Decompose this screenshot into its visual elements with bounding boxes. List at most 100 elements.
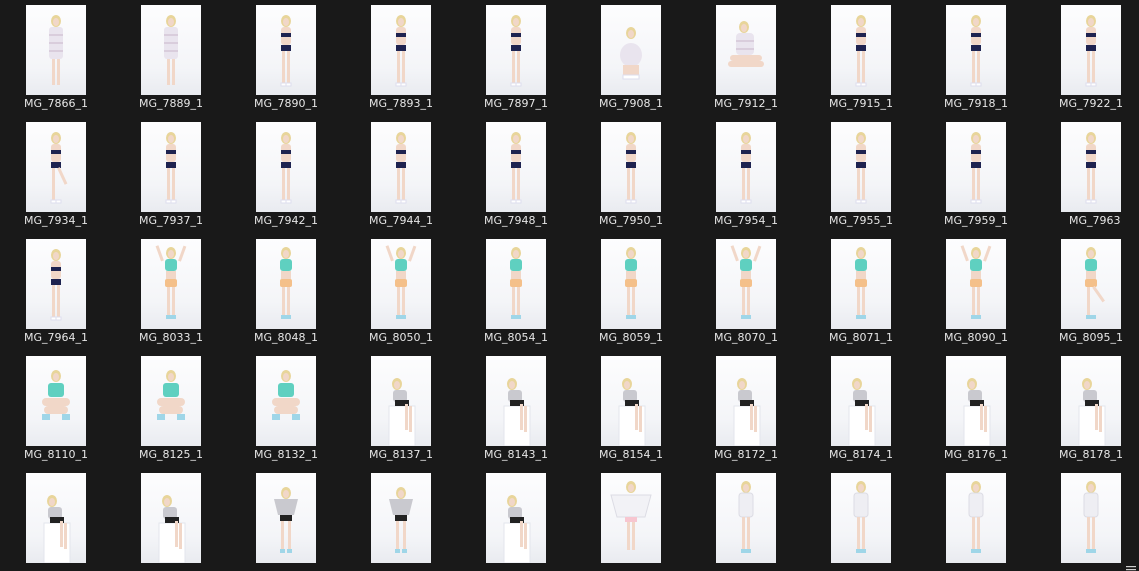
image-thumbnail[interactable]: [1061, 356, 1121, 446]
image-thumbnail[interactable]: [1061, 5, 1121, 95]
image-thumbnail[interactable]: [256, 239, 316, 329]
file-tile[interactable]: MG_8050_1: [345, 234, 457, 346]
image-thumbnail[interactable]: [256, 356, 316, 446]
file-tile[interactable]: [230, 468, 342, 571]
image-thumbnail[interactable]: [601, 122, 661, 212]
image-thumbnail[interactable]: [831, 356, 891, 446]
image-thumbnail[interactable]: [26, 5, 86, 95]
file-tile[interactable]: MG_8033_1: [115, 234, 227, 346]
file-tile[interactable]: MG_8143_1: [460, 351, 572, 463]
image-thumbnail[interactable]: [486, 473, 546, 563]
image-thumbnail[interactable]: [831, 122, 891, 212]
file-tile[interactable]: MG_8172_1: [690, 351, 802, 463]
file-tile[interactable]: MG_7893_1: [345, 0, 457, 112]
file-tile[interactable]: MG_7950_1: [575, 117, 687, 229]
image-thumbnail[interactable]: [26, 239, 86, 329]
file-tile[interactable]: MG_7948_1: [460, 117, 572, 229]
image-thumbnail[interactable]: [141, 239, 201, 329]
image-thumbnail[interactable]: [26, 122, 86, 212]
file-tile[interactable]: MG_8071_1: [805, 234, 917, 346]
image-thumbnail[interactable]: [716, 356, 776, 446]
file-tile[interactable]: [460, 468, 572, 571]
file-tile[interactable]: [115, 468, 227, 571]
image-thumbnail[interactable]: [486, 356, 546, 446]
file-tile[interactable]: MG_7912_1: [690, 0, 802, 112]
image-thumbnail[interactable]: [601, 5, 661, 95]
file-tile[interactable]: MG_8132_1: [230, 351, 342, 463]
image-thumbnail[interactable]: [1061, 122, 1121, 212]
file-tile[interactable]: [575, 468, 687, 571]
file-tile[interactable]: [345, 468, 457, 571]
image-thumbnail[interactable]: [486, 122, 546, 212]
file-tile[interactable]: MG_7934_1: [0, 117, 112, 229]
image-thumbnail[interactable]: [486, 5, 546, 95]
image-thumbnail[interactable]: [371, 473, 431, 563]
file-tile[interactable]: MG_7908_1: [575, 0, 687, 112]
file-tile[interactable]: MG_8095_1: [1035, 234, 1139, 346]
file-tile[interactable]: [805, 468, 917, 571]
file-tile[interactable]: MG_7918_1: [920, 0, 1032, 112]
file-tile[interactable]: MG_7897_1: [460, 0, 572, 112]
image-thumbnail[interactable]: [601, 473, 661, 563]
file-tile[interactable]: MG_8154_1: [575, 351, 687, 463]
file-tile[interactable]: MG_7937_1: [115, 117, 227, 229]
image-thumbnail[interactable]: [141, 122, 201, 212]
file-tile[interactable]: MG_8137_1: [345, 351, 457, 463]
image-thumbnail[interactable]: [601, 356, 661, 446]
image-thumbnail[interactable]: [831, 5, 891, 95]
file-tile[interactable]: [920, 468, 1032, 571]
image-thumbnail[interactable]: [256, 5, 316, 95]
file-tile[interactable]: MG_8176_1: [920, 351, 1032, 463]
image-thumbnail[interactable]: [716, 473, 776, 563]
file-tile[interactable]: MG_7964_1: [0, 234, 112, 346]
image-thumbnail[interactable]: [831, 239, 891, 329]
file-tile[interactable]: MG_7866_1: [0, 0, 112, 112]
file-tile[interactable]: MG_7915_1: [805, 0, 917, 112]
file-tile[interactable]: MG_8048_1: [230, 234, 342, 346]
file-tile[interactable]: MG_8174_1: [805, 351, 917, 463]
file-tile[interactable]: MG_7959_1: [920, 117, 1032, 229]
file-tile[interactable]: MG_8054_1: [460, 234, 572, 346]
image-thumbnail[interactable]: [716, 5, 776, 95]
image-thumbnail[interactable]: [141, 5, 201, 95]
image-thumbnail[interactable]: [946, 122, 1006, 212]
image-thumbnail[interactable]: [946, 473, 1006, 563]
file-tile[interactable]: MG_7963: [1035, 117, 1139, 229]
image-thumbnail[interactable]: [946, 356, 1006, 446]
image-thumbnail[interactable]: [831, 473, 891, 563]
image-thumbnail[interactable]: [26, 356, 86, 446]
file-tile[interactable]: [0, 468, 112, 571]
file-tile[interactable]: MG_7922_1: [1035, 0, 1139, 112]
image-thumbnail[interactable]: [1061, 239, 1121, 329]
view-toggle-icon[interactable]: [1125, 559, 1137, 571]
image-thumbnail[interactable]: [716, 239, 776, 329]
file-tile[interactable]: MG_7889_1: [115, 0, 227, 112]
file-tile[interactable]: MG_8110_1: [0, 351, 112, 463]
image-thumbnail[interactable]: [946, 239, 1006, 329]
file-tile[interactable]: MG_8178_1: [1035, 351, 1139, 463]
image-thumbnail[interactable]: [141, 356, 201, 446]
image-thumbnail[interactable]: [601, 239, 661, 329]
image-thumbnail[interactable]: [141, 473, 201, 563]
image-thumbnail[interactable]: [371, 356, 431, 446]
file-tile[interactable]: [1035, 468, 1139, 571]
image-thumbnail[interactable]: [946, 5, 1006, 95]
image-thumbnail[interactable]: [1061, 473, 1121, 563]
file-tile[interactable]: MG_8059_1: [575, 234, 687, 346]
image-thumbnail[interactable]: [256, 473, 316, 563]
file-tile[interactable]: MG_8090_1: [920, 234, 1032, 346]
file-tile[interactable]: MG_7942_1: [230, 117, 342, 229]
image-thumbnail[interactable]: [371, 5, 431, 95]
image-thumbnail[interactable]: [256, 122, 316, 212]
file-tile[interactable]: MG_8070_1: [690, 234, 802, 346]
image-thumbnail[interactable]: [371, 122, 431, 212]
file-tile[interactable]: MG_7944_1: [345, 117, 457, 229]
file-tile[interactable]: MG_7954_1: [690, 117, 802, 229]
file-tile[interactable]: MG_7955_1: [805, 117, 917, 229]
image-thumbnail[interactable]: [26, 473, 86, 563]
image-thumbnail[interactable]: [371, 239, 431, 329]
image-thumbnail[interactable]: [716, 122, 776, 212]
image-thumbnail[interactable]: [486, 239, 546, 329]
file-tile[interactable]: MG_8125_1: [115, 351, 227, 463]
file-tile[interactable]: [690, 468, 802, 571]
